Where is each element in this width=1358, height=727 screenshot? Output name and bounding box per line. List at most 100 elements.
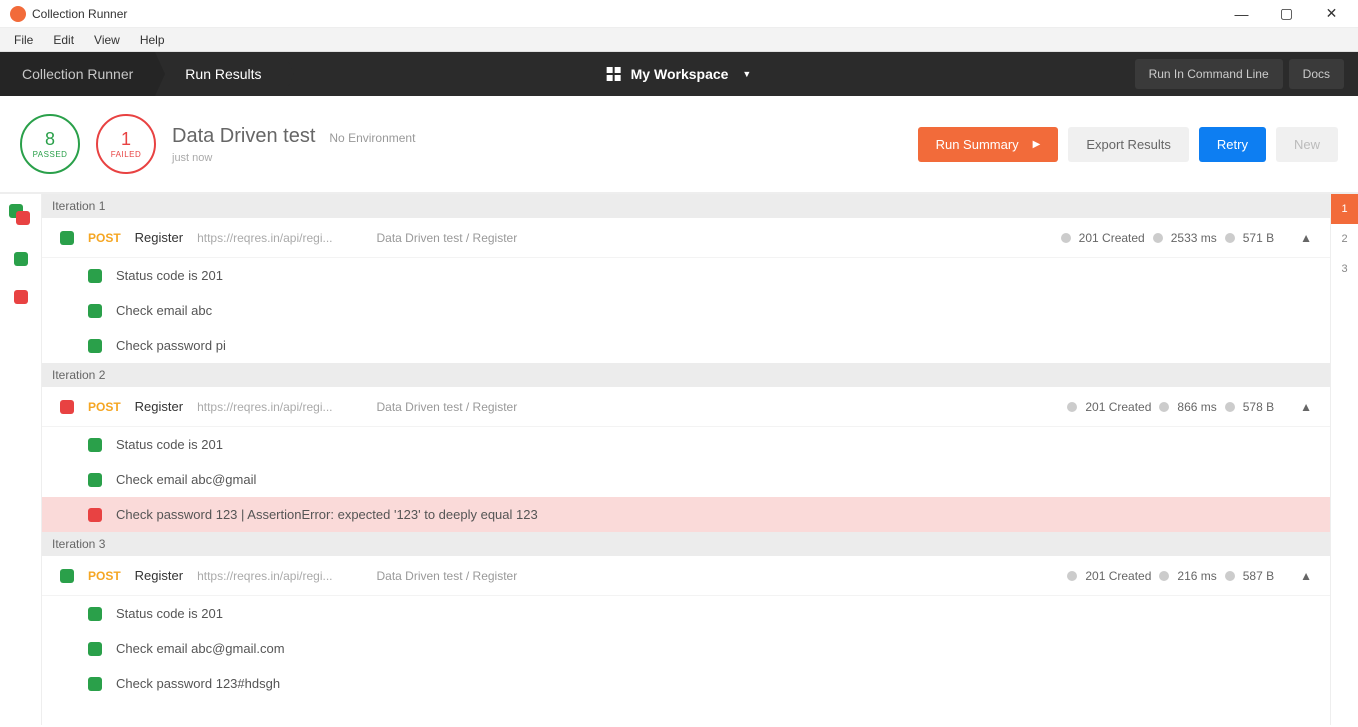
- request-url: https://reqres.in/api/regi...: [197, 231, 332, 245]
- minimize-button[interactable]: —: [1219, 0, 1264, 28]
- request-url: https://reqres.in/api/regi...: [197, 569, 332, 583]
- failed-count: 1 FAILED: [96, 114, 156, 174]
- test-status-badge: [88, 304, 102, 318]
- test-row: Status code is 201: [42, 427, 1330, 462]
- nav-bar: Collection Runner Run Results My Workspa…: [0, 52, 1358, 96]
- test-text: Check email abc@gmail.com: [116, 641, 285, 656]
- test-text: Check password 123 | AssertionError: exp…: [116, 507, 538, 522]
- filter-all[interactable]: [9, 204, 33, 228]
- request-row[interactable]: POST Register https://reqres.in/api/regi…: [42, 387, 1330, 427]
- collapse-icon[interactable]: ▲: [1300, 400, 1312, 414]
- separator-icon: [1067, 402, 1077, 412]
- response-size: 578 B: [1243, 400, 1274, 414]
- separator-icon: [1225, 402, 1235, 412]
- test-text: Check password pi: [116, 338, 226, 353]
- iteration-header: Iteration 2: [42, 363, 1330, 387]
- iteration-nav-1[interactable]: 1: [1331, 194, 1358, 224]
- test-text: Check email abc@gmail: [116, 472, 256, 487]
- response-time: 2533 ms: [1171, 231, 1217, 245]
- filter-passed[interactable]: [14, 252, 28, 266]
- results-panel: Iteration 1 POST Register https://reqres…: [42, 194, 1330, 725]
- workspace-name: My Workspace: [631, 66, 729, 82]
- maximize-button[interactable]: ▢: [1264, 0, 1309, 28]
- menu-bar: File Edit View Help: [0, 28, 1358, 52]
- response-status: 201 Created: [1085, 569, 1151, 583]
- request-row[interactable]: POST Register https://reqres.in/api/regi…: [42, 218, 1330, 258]
- app-icon: [10, 6, 26, 22]
- request-name: Register: [135, 399, 183, 414]
- breadcrumb-results[interactable]: Run Results: [155, 52, 283, 96]
- request-path: Data Driven test / Register: [377, 400, 518, 414]
- test-row: Check password pi: [42, 328, 1330, 363]
- docs-button[interactable]: Docs: [1289, 59, 1344, 89]
- menu-view[interactable]: View: [84, 30, 130, 50]
- iteration-header: Iteration 1: [42, 194, 1330, 218]
- test-status-badge: [88, 642, 102, 656]
- request-path: Data Driven test / Register: [377, 569, 518, 583]
- test-status-badge: [88, 473, 102, 487]
- http-method: POST: [88, 231, 121, 245]
- breadcrumb-root[interactable]: Collection Runner: [0, 52, 155, 96]
- test-row: Check email abc: [42, 293, 1330, 328]
- response-time: 216 ms: [1177, 569, 1216, 583]
- test-text: Check email abc: [116, 303, 212, 318]
- test-row: Check password 123 | AssertionError: exp…: [42, 497, 1330, 532]
- test-status-badge: [88, 677, 102, 691]
- collapse-icon[interactable]: ▲: [1300, 231, 1312, 245]
- chevron-right-icon: ▶: [1033, 139, 1041, 150]
- title-bar: Collection Runner — ▢ ✕: [0, 0, 1358, 28]
- test-status-badge: [88, 438, 102, 452]
- test-status-badge: [88, 269, 102, 283]
- filter-failed[interactable]: [14, 290, 28, 304]
- iteration-nav-2[interactable]: 2: [1331, 224, 1358, 254]
- http-method: POST: [88, 569, 121, 583]
- response-status: 201 Created: [1085, 400, 1151, 414]
- test-row: Check email abc@gmail.com: [42, 631, 1330, 666]
- response-time: 866 ms: [1177, 400, 1216, 414]
- menu-edit[interactable]: Edit: [43, 30, 84, 50]
- response-status: 201 Created: [1079, 231, 1145, 245]
- test-text: Status code is 201: [116, 268, 223, 283]
- test-status-badge: [88, 607, 102, 621]
- test-text: Status code is 201: [116, 606, 223, 621]
- chevron-down-icon: ▼: [742, 69, 751, 79]
- left-filter-rail: [0, 194, 42, 725]
- request-row[interactable]: POST Register https://reqres.in/api/regi…: [42, 556, 1330, 596]
- separator-icon: [1067, 571, 1077, 581]
- request-path: Data Driven test / Register: [377, 231, 518, 245]
- export-results-button[interactable]: Export Results: [1068, 127, 1189, 162]
- iteration-nav-3[interactable]: 3: [1331, 254, 1358, 284]
- test-status-badge: [88, 339, 102, 353]
- retry-button[interactable]: Retry: [1199, 127, 1266, 162]
- workspace-selector[interactable]: My Workspace ▼: [607, 66, 752, 82]
- status-badge: [60, 569, 74, 583]
- close-button[interactable]: ✕: [1309, 0, 1354, 28]
- test-row: Check password 123#hdsgh: [42, 666, 1330, 701]
- separator-icon: [1159, 571, 1169, 581]
- test-text: Status code is 201: [116, 437, 223, 452]
- status-badge: [60, 400, 74, 414]
- menu-help[interactable]: Help: [130, 30, 175, 50]
- response-size: 571 B: [1243, 231, 1274, 245]
- workspace-icon: [607, 67, 621, 81]
- separator-icon: [1061, 233, 1071, 243]
- run-summary-button[interactable]: Run Summary▶: [918, 127, 1059, 162]
- collapse-icon[interactable]: ▲: [1300, 569, 1312, 583]
- new-button[interactable]: New: [1276, 127, 1338, 162]
- separator-icon: [1225, 571, 1235, 581]
- separator-icon: [1159, 402, 1169, 412]
- test-row: Status code is 201: [42, 258, 1330, 293]
- test-status-badge: [88, 508, 102, 522]
- menu-file[interactable]: File: [4, 30, 43, 50]
- environment-label: No Environment: [329, 131, 415, 145]
- collection-title: Data Driven test: [172, 125, 315, 148]
- window-title: Collection Runner: [32, 7, 127, 21]
- run-time: just now: [172, 152, 415, 164]
- run-cmdline-button[interactable]: Run In Command Line: [1135, 59, 1283, 89]
- run-summary-bar: 8 PASSED 1 FAILED Data Driven test No En…: [0, 96, 1358, 194]
- request-name: Register: [135, 230, 183, 245]
- separator-icon: [1225, 233, 1235, 243]
- passed-count: 8 PASSED: [20, 114, 80, 174]
- test-row: Status code is 201: [42, 596, 1330, 631]
- test-row: Check email abc@gmail: [42, 462, 1330, 497]
